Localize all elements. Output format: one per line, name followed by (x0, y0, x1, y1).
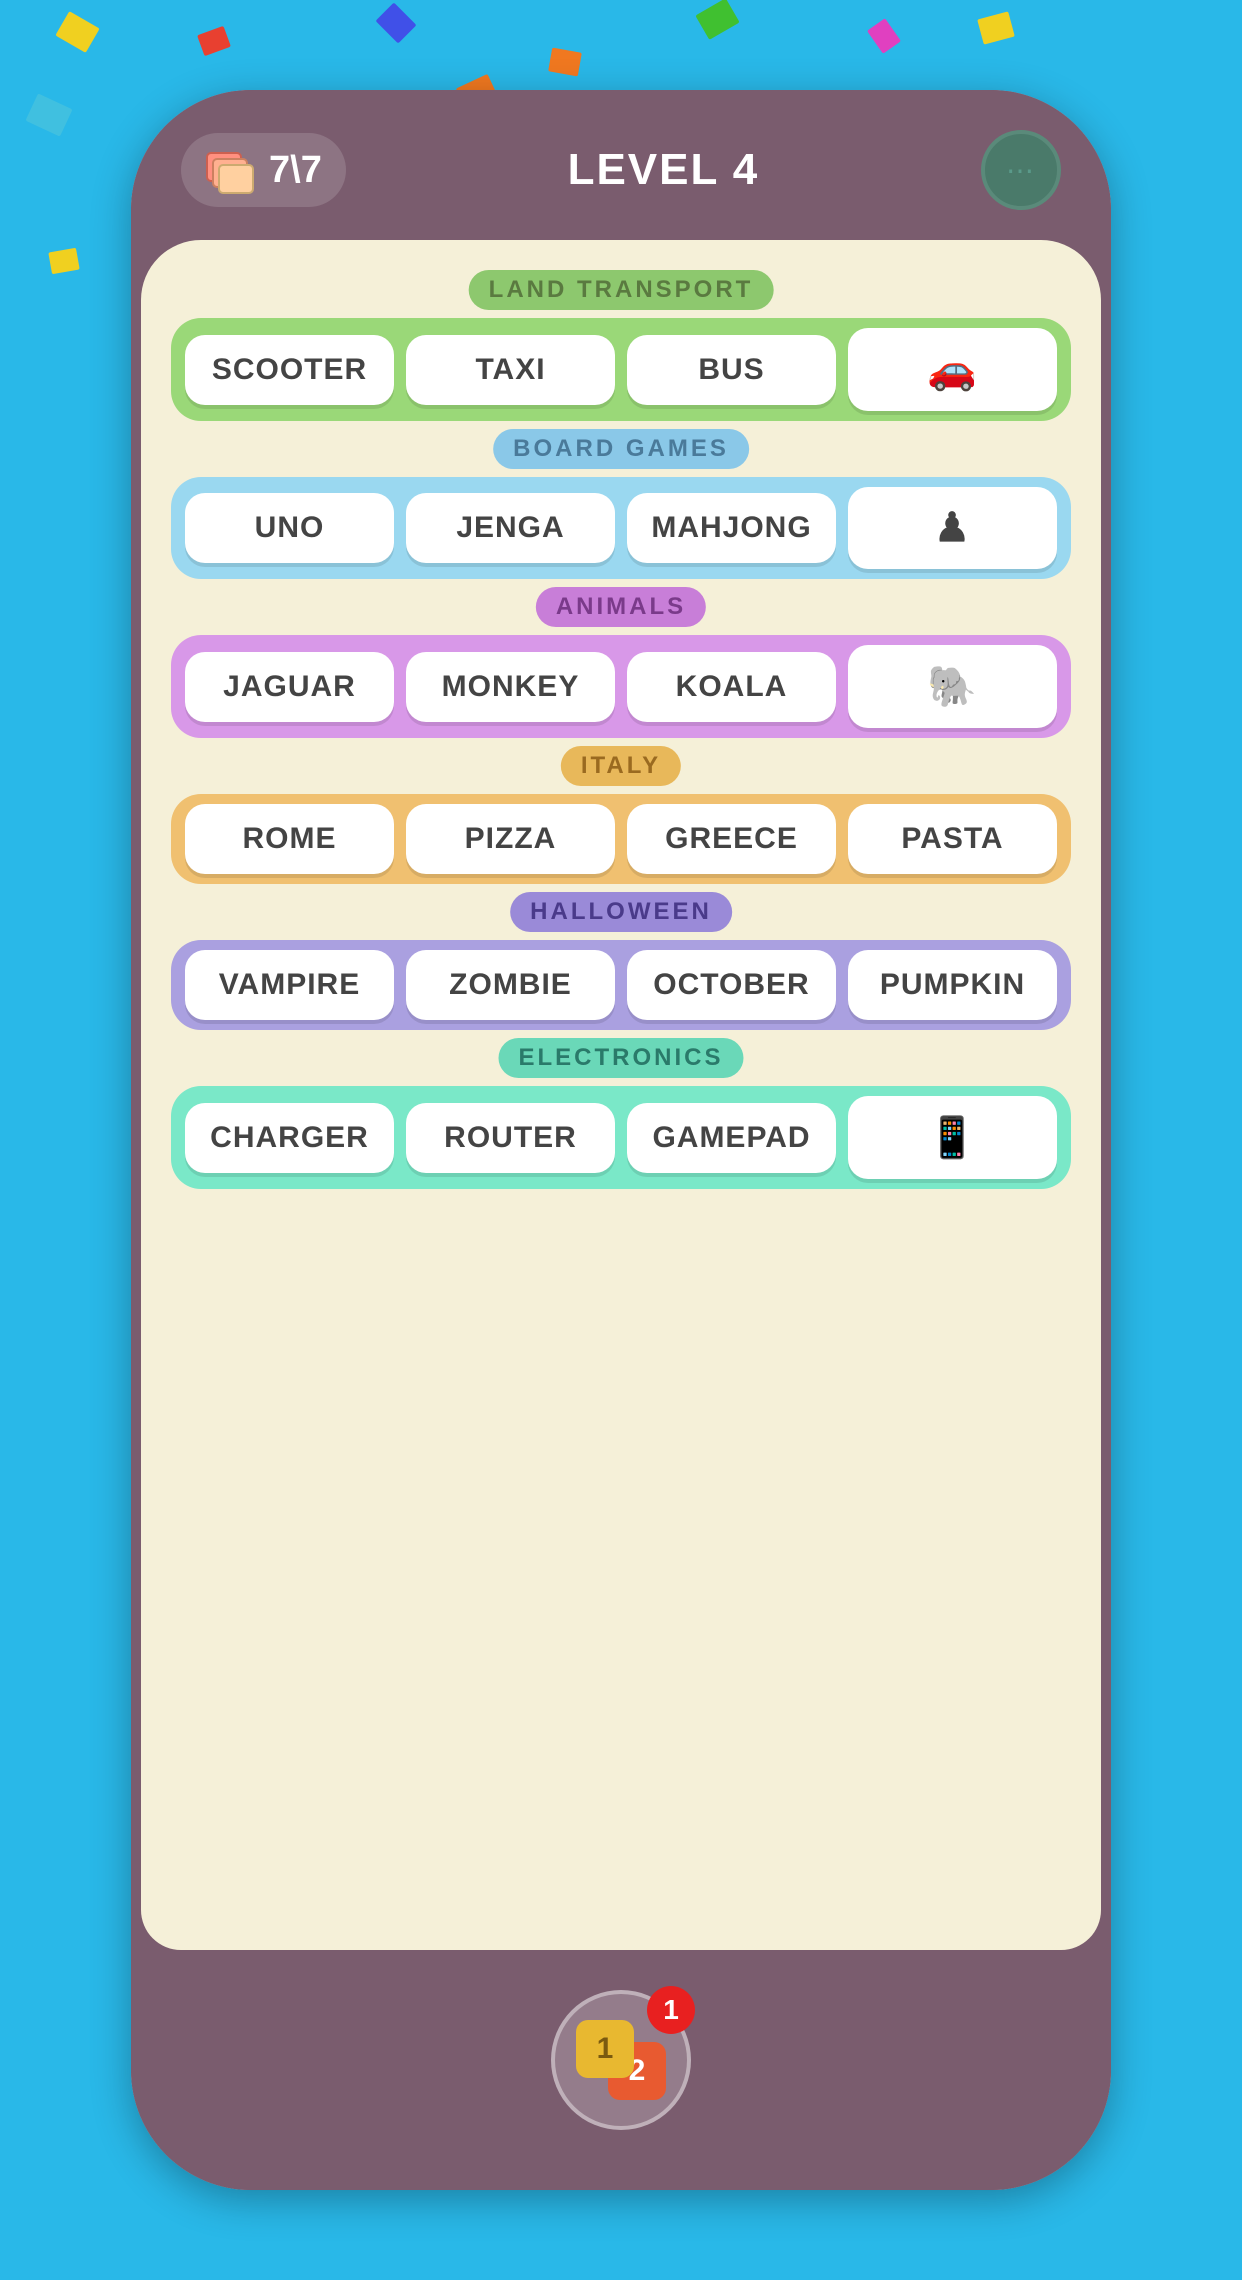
category-row-board-games: UNO JENGA MAHJONG ♟ (171, 477, 1071, 579)
confetti-3 (375, 2, 416, 43)
lives-icon (205, 145, 255, 195)
category-label-land-transport: LAND TRANSPORT (469, 270, 774, 310)
confetti-4 (548, 48, 582, 77)
tile-vampire[interactable]: VAMPIRE (185, 950, 394, 1020)
car-icon: 🚗 (927, 346, 978, 393)
category-label-animals: ANIMALS (536, 587, 706, 627)
menu-dots-icon: ⋯ (1006, 154, 1036, 187)
confetti-8 (25, 93, 72, 136)
confetti-5 (695, 0, 739, 40)
tile-car-icon[interactable]: 🚗 (848, 328, 1057, 411)
category-label-halloween: HALLOWEEN (510, 892, 732, 932)
menu-button[interactable]: ⋯ (981, 130, 1061, 210)
phone-frame: 7\7 LEVEL 4 ⋯ LAND TRANSPORT SCOOTER TAX… (131, 90, 1111, 2190)
tile-rome[interactable]: ROME (185, 804, 394, 874)
level-title: LEVEL 4 (568, 145, 760, 195)
tile-uno[interactable]: UNO (185, 493, 394, 563)
tile-gamepad[interactable]: GAMEPAD (627, 1103, 836, 1173)
score-badge: 1 (647, 1986, 695, 2034)
category-group-italy: ITALY ROME PIZZA GREECE PASTA (171, 746, 1071, 884)
category-group-electronics: ELECTRONICS CHARGER ROUTER GAMEPAD 📱 (171, 1038, 1071, 1189)
phone-inner: 7\7 LEVEL 4 ⋯ LAND TRANSPORT SCOOTER TAX… (131, 90, 1111, 2190)
category-row-animals: JAGUAR MONKEY KOALA 🐘 (171, 635, 1071, 738)
header: 7\7 LEVEL 4 ⋯ (131, 90, 1111, 240)
confetti-6 (867, 18, 901, 54)
category-row-land-transport: SCOOTER TAXI BUS 🚗 (171, 318, 1071, 421)
category-row-halloween: VAMPIRE ZOMBIE OCTOBER PUMPKIN (171, 940, 1071, 1030)
category-row-italy: ROME PIZZA GREECE PASTA (171, 794, 1071, 884)
confetti-2 (197, 26, 231, 56)
tile-scooter[interactable]: SCOOTER (185, 335, 394, 405)
confetti-7 (977, 11, 1015, 44)
bottom-section: 1 2 1 (131, 1950, 1111, 2190)
tile-taxi[interactable]: TAXI (406, 335, 615, 405)
tile-october[interactable]: OCTOBER (627, 950, 836, 1020)
category-group-halloween: HALLOWEEN VAMPIRE ZOMBIE OCTOBER PUMPKIN (171, 892, 1071, 1030)
tile-jenga[interactable]: JENGA (406, 493, 615, 563)
score-tiles: 1 2 (576, 2020, 666, 2100)
tile-greece[interactable]: GREECE (627, 804, 836, 874)
confetti-14 (48, 248, 79, 275)
tile-bus[interactable]: BUS (627, 335, 836, 405)
game-board: LAND TRANSPORT SCOOTER TAXI BUS 🚗 BOARD … (141, 240, 1101, 1950)
confetti-1 (55, 11, 99, 53)
tile-pizza[interactable]: PIZZA (406, 804, 615, 874)
elephant-icon: 🐘 (927, 663, 978, 710)
tile-jaguar[interactable]: JAGUAR (185, 652, 394, 722)
category-label-italy: ITALY (561, 746, 681, 786)
lives-text: 7\7 (269, 149, 322, 192)
tile-chess-icon[interactable]: ♟ (848, 487, 1057, 569)
lives-container: 7\7 (181, 133, 346, 207)
category-group-land-transport: LAND TRANSPORT SCOOTER TAXI BUS 🚗 (171, 270, 1071, 421)
chess-icon: ♟ (934, 505, 971, 551)
tile-pumpkin[interactable]: PUMPKIN (848, 950, 1057, 1020)
tile-router[interactable]: ROUTER (406, 1103, 615, 1173)
tile-zombie[interactable]: ZOMBIE (406, 950, 615, 1020)
tile-charger[interactable]: CHARGER (185, 1103, 394, 1173)
tile-monkey[interactable]: MONKEY (406, 652, 615, 722)
score-tile-1: 1 (576, 2020, 634, 2078)
score-button[interactable]: 1 2 1 (551, 1990, 691, 2130)
tile-koala[interactable]: KOALA (627, 652, 836, 722)
phone-icon: 📱 (927, 1114, 978, 1161)
tile-elephant-icon[interactable]: 🐘 (848, 645, 1057, 728)
category-group-animals: ANIMALS JAGUAR MONKEY KOALA 🐘 (171, 587, 1071, 738)
tile-pasta[interactable]: PASTA (848, 804, 1057, 874)
category-row-electronics: CHARGER ROUTER GAMEPAD 📱 (171, 1086, 1071, 1189)
category-group-board-games: BOARD GAMES UNO JENGA MAHJONG ♟ (171, 429, 1071, 579)
tile-mahjong[interactable]: MAHJONG (627, 493, 836, 563)
category-label-electronics: ELECTRONICS (498, 1038, 743, 1078)
tile-phone-icon[interactable]: 📱 (848, 1096, 1057, 1179)
category-label-board-games: BOARD GAMES (493, 429, 749, 469)
